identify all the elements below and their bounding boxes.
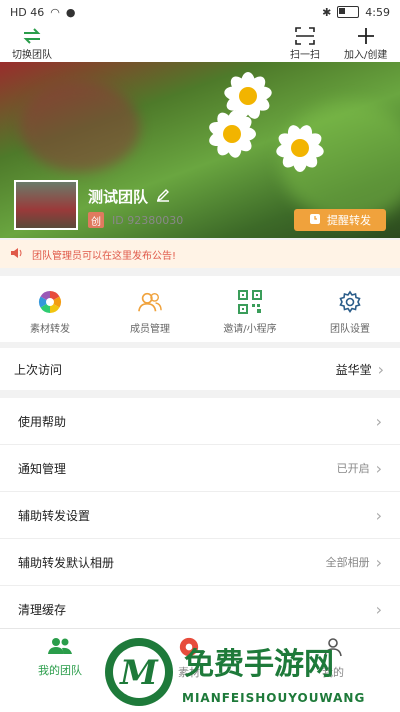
chat-icon: ●: [65, 5, 76, 19]
watermark-cn: 免费手游网: [184, 647, 334, 682]
network-label: HD 46: [10, 5, 45, 19]
switch-team-label: 切换团队: [12, 50, 52, 61]
members-icon: [138, 290, 162, 314]
feature-member-management[interactable]: 成员管理: [100, 276, 200, 342]
scan-icon: [295, 26, 315, 46]
status-bar: HD 46 ◠ ● ✱ 4:59: [0, 0, 400, 24]
feature-label: 素材转发: [30, 324, 70, 335]
remind-forward-button[interactable]: 提醒转发: [294, 209, 386, 231]
menu-item-help[interactable]: 使用帮助 ›: [0, 398, 400, 445]
chevron-right-icon: ›: [375, 505, 382, 525]
menu-item-label: 清理缓存: [18, 602, 67, 617]
menu-item-notifications[interactable]: 通知管理 已开启 ›: [0, 445, 400, 492]
chevron-right-icon: ›: [377, 359, 384, 379]
team-avatar[interactable]: [14, 180, 78, 230]
menu-item-assist-forward-settings[interactable]: 辅助转发设置 ›: [0, 492, 400, 539]
site-watermark: M 免费手游网 MIANFEISHOUYOUWANG: [105, 638, 365, 706]
last-visit-label: 上次访问: [14, 362, 63, 377]
menu-item-label: 辅助转发设置: [18, 508, 91, 523]
feature-team-settings[interactable]: 团队设置: [300, 276, 400, 342]
menu-item-value: 已开启: [336, 462, 370, 475]
svg-text:M: M: [119, 653, 159, 693]
status-time: 4:59: [365, 5, 390, 19]
watermark-en: MIANFEISHOUYOUWANG: [182, 691, 365, 705]
feature-label: 成员管理: [130, 324, 170, 335]
qrcode-icon: [238, 290, 262, 314]
team-name-row: 测试团队: [88, 186, 170, 207]
last-visit-value: 益华堂: [335, 362, 372, 377]
speaker-icon: [10, 247, 24, 262]
remind-forward-label: 提醒转发: [327, 214, 371, 227]
chevron-right-icon: ›: [375, 411, 382, 431]
team-name: 测试团队: [88, 188, 149, 206]
menu-item-label: 使用帮助: [18, 414, 67, 429]
team-id-row: 创 ID 92380030: [88, 212, 183, 228]
aperture-icon: [38, 290, 62, 314]
cover-blur-red: [20, 82, 140, 172]
announcement-text: 团队管理员可以在这里发布公告!: [32, 250, 177, 262]
team-tab-icon: [47, 637, 73, 658]
menu-item-label: 辅助转发默认相册: [18, 555, 115, 570]
gear-icon: [338, 290, 362, 314]
chevron-right-icon: ›: [375, 599, 382, 619]
settings-menu: 使用帮助 › 通知管理 已开启 › 辅助转发设置 › 辅助转发默认相册 全部相册 ›…: [0, 398, 400, 633]
creator-badge: 创: [88, 212, 104, 228]
menu-item-value: 全部相册: [325, 556, 370, 569]
scan-button[interactable]: 扫一扫: [290, 26, 320, 61]
last-visit-row[interactable]: 上次访问 益华堂 ›: [0, 348, 400, 390]
battery-icon: [337, 6, 360, 18]
switch-arrows-icon: [22, 26, 42, 46]
feature-invite-miniprogram[interactable]: 邀请/小程序: [200, 276, 300, 342]
wifi-icon: ◠: [50, 5, 60, 19]
chevron-right-icon: ›: [375, 552, 382, 572]
plus-icon: [357, 26, 375, 46]
menu-item-clear-cache[interactable]: 清理缓存 ›: [0, 586, 400, 633]
menu-item-label: 通知管理: [18, 461, 67, 476]
chevron-right-icon: ›: [375, 458, 382, 478]
join-create-button[interactable]: 加入/创建: [344, 26, 387, 61]
feature-label: 团队设置: [330, 324, 370, 335]
edit-pencil-icon[interactable]: [156, 188, 170, 206]
feature-material-forward[interactable]: 素材转发: [0, 276, 100, 342]
feature-label: 邀请/小程序: [223, 324, 277, 335]
tab-my-team[interactable]: 我的团队: [38, 637, 82, 678]
tab-label: 我的团队: [38, 664, 82, 677]
join-create-label: 加入/创建: [344, 50, 388, 61]
menu-item-default-album[interactable]: 辅助转发默认相册 全部相册 ›: [0, 539, 400, 586]
feature-grid: 素材转发 成员管理 邀请/小程序 团队设置: [0, 276, 400, 342]
switch-team-button[interactable]: 切换团队: [12, 26, 52, 61]
bluetooth-icon: ✱: [322, 5, 332, 19]
scan-label: 扫一扫: [290, 50, 320, 61]
clock-icon: [309, 213, 321, 228]
top-bar: 切换团队 扫一扫 加入/创建: [0, 24, 400, 62]
announcement-bar[interactable]: 团队管理员可以在这里发布公告!: [0, 240, 400, 268]
team-id: ID 92380030: [112, 213, 184, 227]
